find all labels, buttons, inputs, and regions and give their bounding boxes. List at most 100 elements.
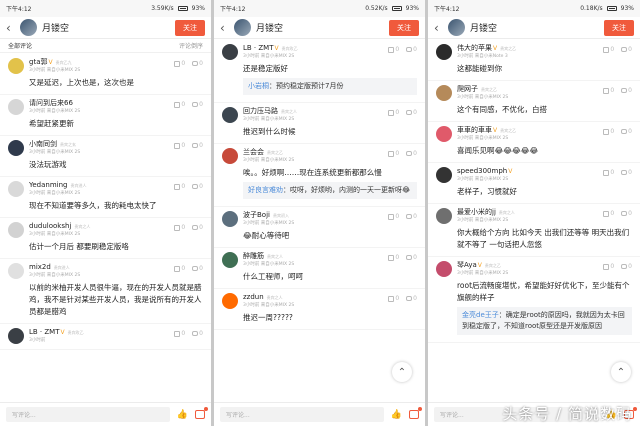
username[interactable]: 波子Boji: [243, 211, 270, 219]
username[interactable]: 最爱小米的jj: [457, 208, 496, 216]
sort-order-toggle[interactable]: 评论倒序: [179, 41, 203, 50]
reply-button[interactable]: 0: [406, 109, 417, 116]
like-button[interactable]: 0: [174, 60, 185, 67]
comment-input[interactable]: 写评论...: [220, 407, 384, 422]
username[interactable]: 伟大的苹果: [457, 44, 492, 52]
username[interactable]: 琴Aya: [457, 261, 477, 269]
reply-button[interactable]: 0: [621, 46, 632, 53]
back-button[interactable]: ‹: [434, 21, 448, 35]
message-icon[interactable]: [195, 407, 208, 419]
avatar[interactable]: [436, 208, 452, 224]
reply-button[interactable]: 0: [621, 87, 632, 94]
avatar[interactable]: [8, 140, 24, 156]
like-button[interactable]: 0: [174, 101, 185, 108]
like-button[interactable]: 0: [174, 265, 185, 272]
avatar[interactable]: [436, 85, 452, 101]
like-button[interactable]: 0: [603, 87, 614, 94]
reply-button[interactable]: 0: [192, 330, 203, 337]
username[interactable]: dudulookshj: [29, 222, 71, 230]
follow-button[interactable]: 关注: [389, 19, 419, 36]
like-button[interactable]: 0: [174, 183, 185, 190]
avatar[interactable]: [222, 44, 238, 60]
reply-button[interactable]: 0: [406, 254, 417, 261]
username[interactable]: 醉雕筋: [243, 252, 264, 260]
reply-button[interactable]: 0: [192, 60, 203, 67]
like-button[interactable]: 0: [603, 169, 614, 176]
scroll-top-button[interactable]: ⌃: [392, 362, 412, 382]
reply-button[interactable]: 0: [192, 183, 203, 190]
username[interactable]: mix2d: [29, 263, 51, 271]
avatar[interactable]: [436, 126, 452, 142]
username[interactable]: gta郭: [29, 58, 47, 66]
like-button[interactable]: 0: [388, 109, 399, 116]
avatar[interactable]: [222, 252, 238, 268]
avatar[interactable]: [222, 148, 238, 164]
username[interactable]: 回力压马路: [243, 107, 278, 115]
reply-button[interactable]: 0: [406, 213, 417, 220]
username[interactable]: 兰会会: [243, 148, 264, 156]
avatar[interactable]: [8, 58, 24, 74]
quoted-username[interactable]: 小岩桐: [248, 82, 269, 90]
message-icon[interactable]: [409, 407, 422, 419]
username[interactable]: Yedanming: [29, 181, 67, 189]
like-button[interactable]: 0: [174, 330, 185, 337]
like-button[interactable]: 0: [388, 254, 399, 261]
reply-button[interactable]: 0: [406, 150, 417, 157]
avatar[interactable]: [8, 222, 24, 238]
like-button[interactable]: 0: [603, 263, 614, 270]
username[interactable]: 車車的車車: [457, 126, 492, 134]
like-button[interactable]: 0: [603, 128, 614, 135]
thumbs-up-icon[interactable]: 👍: [391, 410, 402, 420]
follow-button[interactable]: 关注: [604, 19, 634, 36]
reply-button[interactable]: 0: [621, 210, 632, 217]
reply-button[interactable]: 0: [621, 263, 632, 270]
like-button[interactable]: 0: [174, 142, 185, 149]
avatar[interactable]: [222, 293, 238, 309]
username[interactable]: 请问到后来66: [29, 99, 73, 107]
author-avatar[interactable]: [234, 19, 251, 36]
avatar[interactable]: [8, 181, 24, 197]
username[interactable]: 爬网子: [457, 85, 478, 93]
back-button[interactable]: ‹: [220, 21, 234, 35]
username[interactable]: zzdun: [243, 293, 264, 301]
avatar[interactable]: [8, 263, 24, 279]
like-button[interactable]: 0: [388, 213, 399, 220]
comment-input[interactable]: 写评论...: [6, 407, 170, 422]
avatar[interactable]: [8, 328, 24, 344]
author-name[interactable]: 月镂空: [256, 21, 389, 34]
author-avatar[interactable]: [448, 19, 465, 36]
avatar[interactable]: [436, 44, 452, 60]
username[interactable]: LB · ZMT: [243, 44, 274, 52]
like-button[interactable]: 0: [174, 224, 185, 231]
avatar[interactable]: [222, 211, 238, 227]
reply-button[interactable]: 0: [192, 101, 203, 108]
follow-button[interactable]: 关注: [175, 19, 205, 36]
reply-button[interactable]: 0: [192, 265, 203, 272]
back-button[interactable]: ‹: [6, 21, 20, 35]
like-button[interactable]: 0: [603, 210, 614, 217]
reply-button[interactable]: 0: [192, 224, 203, 231]
like-button[interactable]: 0: [388, 46, 399, 53]
quoted-username[interactable]: 好良言难劝: [248, 186, 283, 194]
thumbs-up-icon[interactable]: 👍: [177, 410, 188, 420]
username[interactable]: 小南同剑: [29, 140, 57, 148]
quoted-username[interactable]: 金亮de王子: [462, 311, 499, 319]
like-button[interactable]: 0: [388, 295, 399, 302]
scroll-top-button[interactable]: ⌃: [611, 362, 631, 382]
like-button[interactable]: 0: [388, 150, 399, 157]
avatar[interactable]: [436, 167, 452, 183]
reply-button[interactable]: 0: [406, 295, 417, 302]
reply-button[interactable]: 0: [192, 142, 203, 149]
avatar[interactable]: [222, 107, 238, 123]
avatar[interactable]: [8, 99, 24, 115]
author-avatar[interactable]: [20, 19, 37, 36]
avatar[interactable]: [436, 261, 452, 277]
author-name[interactable]: 月镂空: [470, 21, 604, 34]
reply-button[interactable]: 0: [621, 128, 632, 135]
like-button[interactable]: 0: [603, 46, 614, 53]
username[interactable]: speed300mph: [457, 167, 507, 175]
reply-button[interactable]: 0: [621, 169, 632, 176]
author-name[interactable]: 月镂空: [42, 21, 175, 34]
reply-button[interactable]: 0: [406, 46, 417, 53]
username[interactable]: LB · ZMT: [29, 328, 60, 336]
